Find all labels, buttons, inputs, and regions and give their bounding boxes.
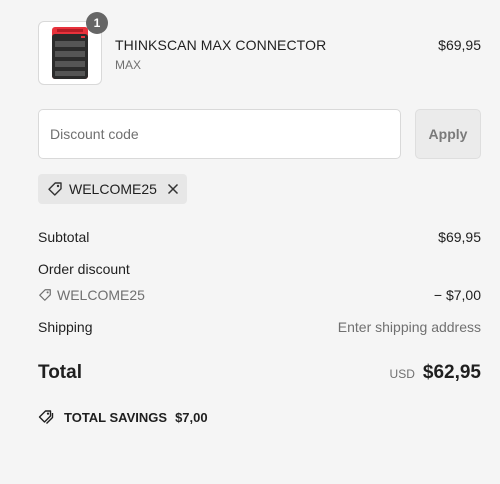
product-name: THINKSCAN MAX CONNECTOR [115,37,327,53]
total-price: USD $62,95 [390,362,481,384]
subtotal-row: Subtotal $69,95 [38,229,481,245]
shipping-value: Enter shipping address [337,319,481,335]
tags-icon [38,410,54,424]
tag-icon [39,289,51,301]
cart-line-item: 1 THINKSCAN MAX CONNECTOR MAX $69,95 [38,12,481,85]
discount-code-form: Apply [38,109,481,159]
total-row: Total USD $62,95 [38,362,481,386]
obd-connector-image [52,27,88,79]
subtotal-label: Subtotal [38,229,90,245]
applied-discount-code: WELCOME25 [69,181,157,197]
tag-icon [48,182,62,196]
order-discount-row: WELCOME25 − $7,00 [38,287,481,303]
total-amount: $62,95 [422,362,481,383]
order-discount-label-row: Order discount [38,261,481,277]
total-currency: USD [389,367,415,381]
product-variant: MAX [115,58,142,72]
remove-discount-button[interactable] [167,183,179,195]
subtotal-value: $69,95 [438,229,481,245]
savings-value: $7,00 [175,409,208,425]
order-discount-code: WELCOME25 [57,287,145,303]
applied-discount-chip: WELCOME25 [38,174,187,204]
close-icon [167,183,178,195]
shipping-row: Shipping Enter shipping address [38,319,481,335]
order-discount-code-line: WELCOME25 [38,287,481,303]
discount-code-input[interactable] [38,109,401,159]
savings-label: TOTAL SAVINGS [64,409,168,425]
order-discount-label: Order discount [38,261,130,277]
quantity-badge: 1 [86,12,108,34]
apply-discount-button[interactable]: Apply [415,109,481,159]
total-label: Total [38,362,82,383]
total-savings: TOTAL SAVINGS $7,00 [38,409,208,425]
order-discount-value: − $7,00 [433,287,481,303]
product-price: $69,95 [438,37,481,53]
shipping-label: Shipping [38,319,93,335]
